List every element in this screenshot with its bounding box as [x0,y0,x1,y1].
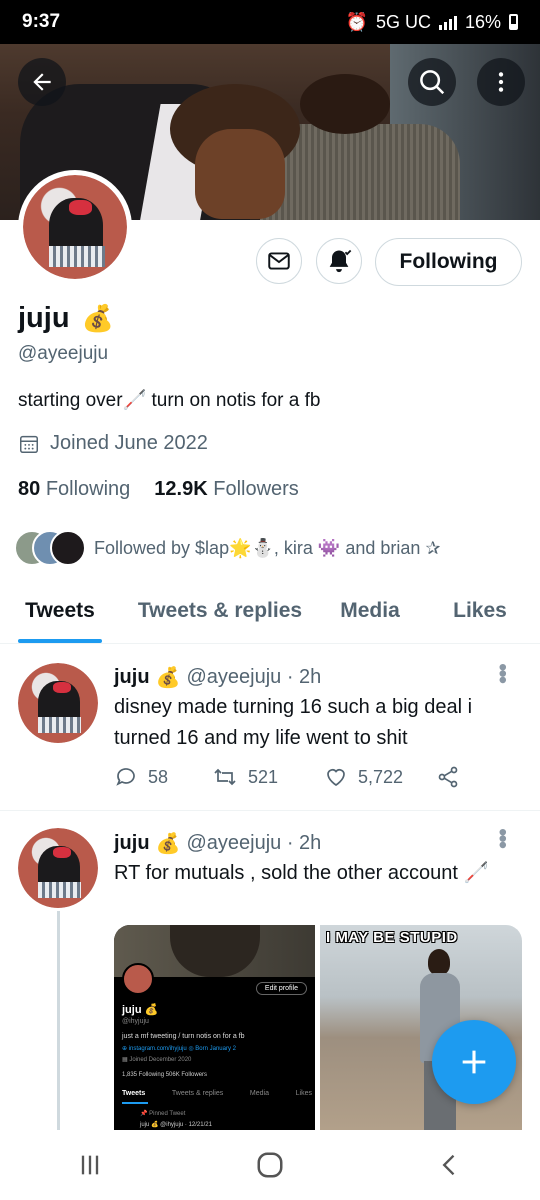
battery-label: 16% [464,11,501,32]
heart-icon [327,769,345,787]
embedded-name: juju 💰 [122,1004,159,1016]
tweet-handle-time: @ayeejuju · 2h [186,666,322,688]
active-tab-indicator [18,639,102,643]
profile-name-text: juju [18,302,70,334]
following-button[interactable]: Following [375,238,522,286]
tweet[interactable]: juju 💰 @ayeejuju · 2h ••• disney made tu… [0,645,540,810]
mutual-avatars [14,530,86,566]
money-bag-icon: 💰 [155,833,181,855]
like-button[interactable]: 5,722 [324,765,436,789]
share-button[interactable] [436,765,460,789]
search-icon [420,70,445,95]
followed-by-text: Followed by $lap🌟⛄, kira 👾 and brian ✰ [94,537,441,558]
tweet-text: RT for mutuals , sold the other account … [114,862,489,884]
tweet-avatar[interactable] [18,663,98,743]
search-button[interactable] [408,58,456,106]
profile-bio: starting over🦯 turn on notis for a fb [18,390,321,411]
status-time: 9:37 [22,11,61,32]
joined-date: Joined June 2022 [18,432,208,455]
retweet-icon [214,768,236,786]
back-button[interactable] [18,58,66,106]
status-bar: 9:37 ⏰ 5G UC 16% [0,0,540,44]
tweet-actions: 58 521 5,722 [114,765,460,789]
profile-handle: @ayeejuju [18,343,109,364]
embedded-edit-profile: Edit profile [255,982,307,995]
plus-icon [462,1050,486,1074]
network-label: 5G UC [375,11,431,32]
reply-button[interactable]: 58 [114,765,212,789]
share-icon [438,766,458,788]
signal-icon [438,14,457,30]
system-nav-bar [0,1130,540,1200]
more-options-button[interactable] [477,58,525,106]
tweet-handle-time: @ayeejuju · 2h [186,832,322,854]
thread-line [57,911,60,1130]
profile-avatar[interactable] [18,170,132,284]
following-count-link[interactable]: 80 Following [18,478,130,501]
notifications-button[interactable] [316,238,362,284]
embedded-avatar [122,963,154,995]
embedded-links: ⊕ instagram.com/ihyjuju ◎ Born January 2 [122,1046,236,1052]
embedded-counts: 1,835 Following 506K Followers [122,1072,208,1078]
tab-likes[interactable]: Likes [420,578,540,643]
back-nav-icon[interactable] [436,1151,464,1179]
money-bag-icon: 💰 [81,303,114,333]
embedded-handle: @ihyjuju [122,1018,149,1025]
envelope-icon [268,252,290,270]
back-arrow-icon [33,73,51,91]
tab-tweets-replies[interactable]: Tweets & replies [120,578,320,643]
tab-tweets[interactable]: Tweets [0,578,120,643]
more-vertical-icon [498,72,504,92]
embedded-pinned-author: juju 💰 @ihyjuju · 12/21/21 [140,1122,212,1128]
tab-media[interactable]: Media [320,578,420,643]
followed-by[interactable]: Followed by $lap🌟⛄, kira 👾 and brian ✰ [14,530,440,566]
meme-caption: I MAY BE STUPID [326,929,458,946]
retweet-button[interactable]: 521 [212,765,324,789]
tweet-text: disney made turning 16 such a big deal i… [114,696,473,749]
alarm-icon: ⏰ [345,11,368,32]
compose-tweet-button[interactable] [432,1020,516,1104]
money-bag-icon: 💰 [155,667,181,689]
battery-icon [509,14,518,30]
tweet-header: juju 💰 @ayeejuju · 2h [114,666,322,689]
tweet-header: juju 💰 @ayeejuju · 2h [114,832,322,855]
tweet-avatar[interactable] [18,828,98,908]
tweet-media-image-1[interactable]: Edit profile juju 💰 @ihyjuju just a mf t… [114,925,315,1130]
followers-count-link[interactable]: 12.9K Followers [154,478,299,501]
tweet-more-icon[interactable]: ••• [488,663,516,682]
home-icon[interactable] [255,1150,285,1180]
tweet-more-icon[interactable]: ••• [488,828,516,847]
profile-name: juju 💰 [18,302,114,335]
calendar-icon [20,435,38,453]
embedded-pinned: 📌 Pinned Tweet [140,1111,186,1117]
mutual-avatar-3 [50,530,86,566]
embedded-joined: ▦ Joined December 2020 [122,1057,192,1063]
joined-text: Joined June 2022 [50,432,208,454]
embedded-tabs: Tweets Tweets & replies Media Likes [122,1090,312,1097]
message-button[interactable] [256,238,302,284]
profile-tabs: Tweets Tweets & replies Media Likes [0,578,540,644]
bell-check-icon [329,249,352,273]
recent-apps-icon[interactable] [76,1151,104,1179]
embedded-bio: just a mf tweeting / turn notis on for a… [122,1033,245,1040]
reply-icon [116,768,135,786]
follow-counts: 80 Following 12.9K Followers [18,478,299,501]
